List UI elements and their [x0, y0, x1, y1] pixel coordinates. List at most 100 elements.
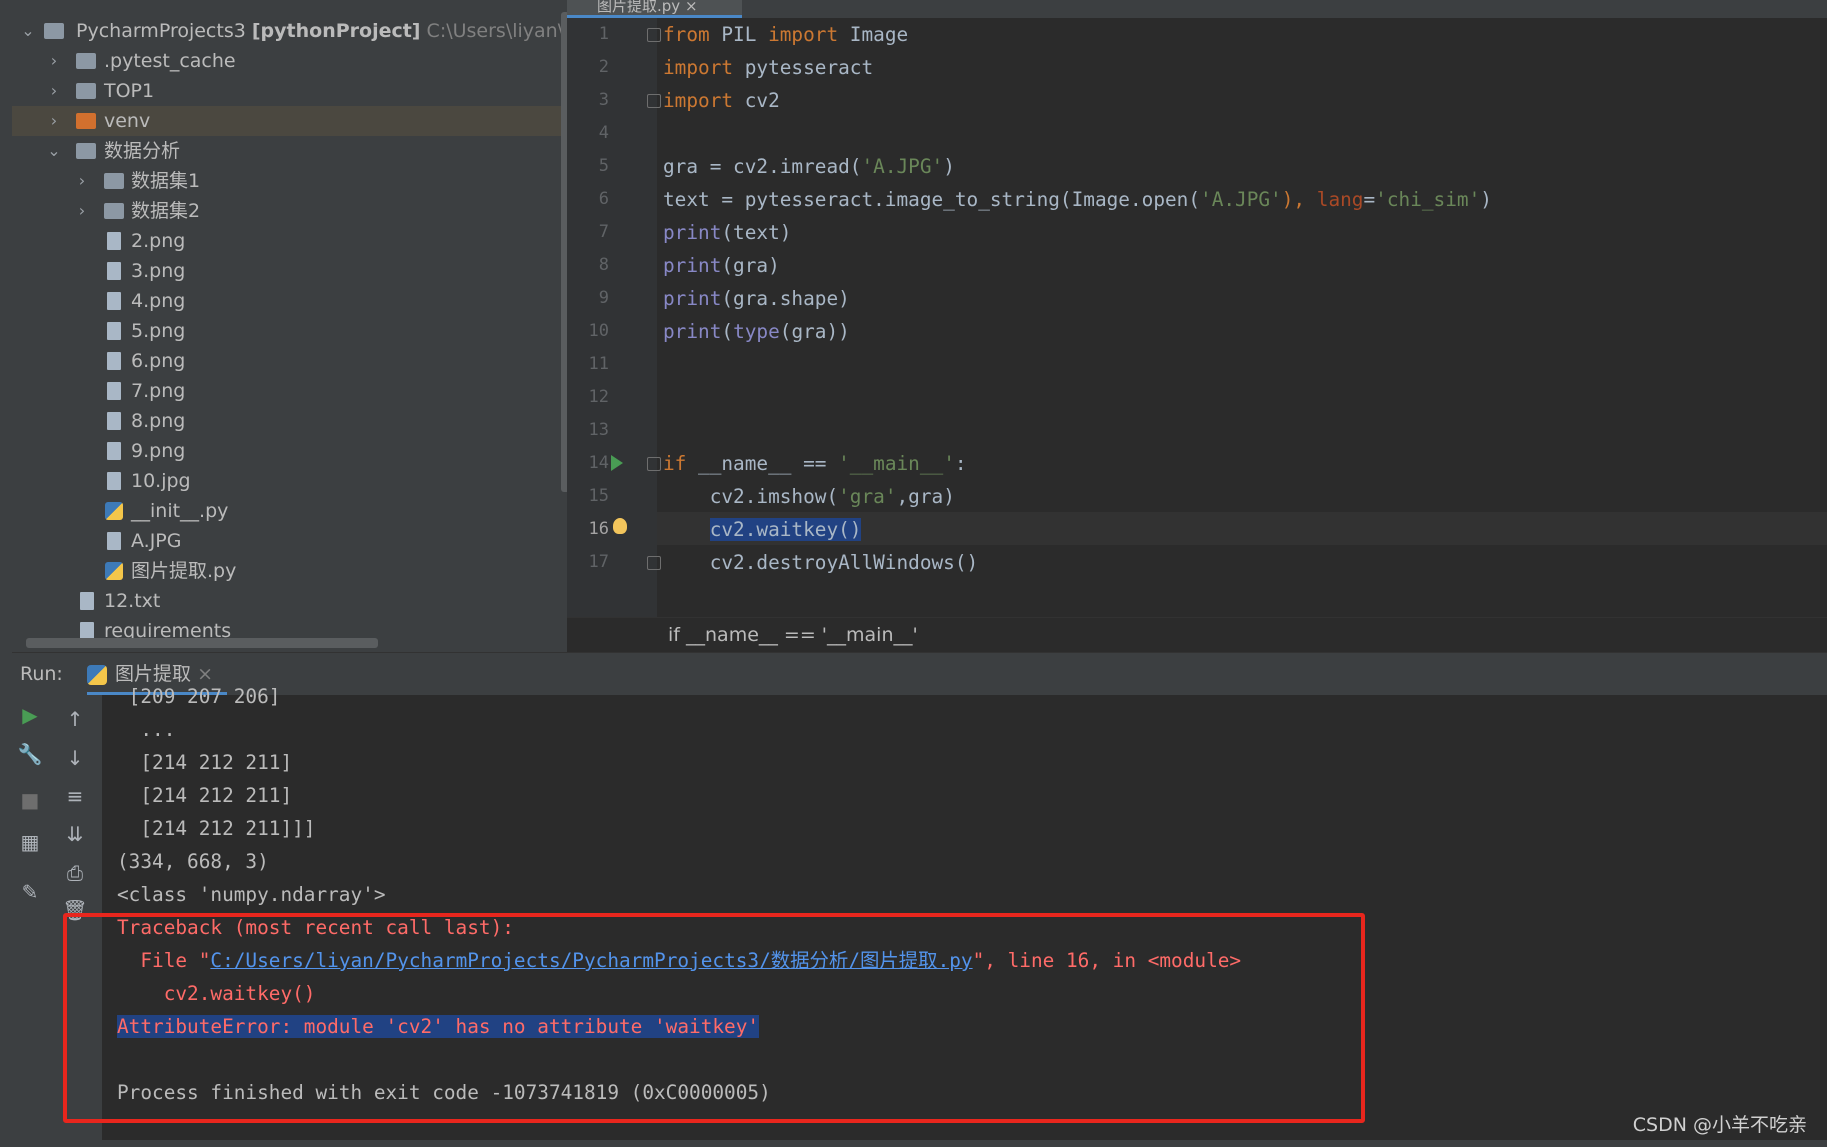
stop-icon[interactable]: ■ — [15, 785, 45, 815]
line-number: 13 — [588, 420, 609, 440]
chevron-down-icon[interactable]: ⌄ — [44, 136, 64, 166]
print-icon[interactable]: ⎙ — [60, 858, 90, 888]
line-number: 17 — [588, 552, 609, 572]
pin-icon[interactable]: ✎ — [15, 877, 45, 907]
image-file-icon — [107, 532, 121, 550]
tree-item-label: 数据集1 — [131, 170, 201, 192]
tree-item-label: 图片提取.py — [131, 560, 237, 582]
chevron-right-icon[interactable]: › — [44, 76, 64, 106]
tree-item-label: 9.png — [131, 440, 186, 462]
fold-icon[interactable] — [647, 556, 661, 570]
tree-item-pytest-cache[interactable]: › .pytest_cache — [12, 46, 567, 76]
folder-icon — [76, 143, 96, 159]
project-module: [pythonProject] — [251, 20, 421, 42]
layout-icon[interactable]: ▦ — [15, 827, 45, 857]
chevron-right-icon[interactable]: › — [72, 166, 92, 196]
image-file-icon — [107, 382, 121, 400]
soft-wrap-icon[interactable]: ≡ — [60, 781, 90, 811]
tree-item-file[interactable]: 9.png — [12, 436, 567, 466]
tree-item-file[interactable]: 图片提取.py — [12, 556, 567, 586]
line-number: 3 — [598, 90, 609, 110]
tree-item-file[interactable]: 12.txt — [12, 586, 567, 616]
folder-icon — [104, 173, 124, 189]
tree-item-file[interactable]: 4.png — [12, 286, 567, 316]
arrow-down-icon[interactable]: ↓ — [60, 743, 90, 773]
tree-item-file[interactable]: 10.jpg — [12, 466, 567, 496]
tab-active-file[interactable]: 图片提取.py × — [567, 0, 742, 18]
fold-icon[interactable] — [647, 94, 661, 108]
code-line-6: text = pytesseract.image_to_string(Image… — [663, 188, 1492, 211]
tree-item-venv[interactable]: › venv — [12, 106, 567, 136]
tree-item-top1[interactable]: › TOP1 — [12, 76, 567, 106]
folder-icon — [44, 23, 64, 39]
code-line-17: cv2.destroyAllWindows() — [663, 551, 979, 574]
status-bar — [0, 1140, 1827, 1147]
image-file-icon — [107, 232, 121, 250]
project-tree: ⌄ PycharmProjects3 [pythonProject] C:\Us… — [12, 0, 567, 652]
line-number: 9 — [598, 288, 609, 308]
line-number: 14 — [588, 453, 609, 473]
arrow-up-icon[interactable]: ↑ — [60, 704, 90, 734]
image-file-icon — [107, 262, 121, 280]
folder-icon — [104, 203, 124, 219]
tree-item-label: 3.png — [131, 260, 186, 282]
lightbulb-icon[interactable] — [613, 518, 627, 534]
wrench-icon[interactable]: 🔧 — [15, 739, 45, 769]
line-number: 10 — [588, 321, 609, 341]
tree-item-file[interactable]: 2.png — [12, 226, 567, 256]
horizontal-scrollbar[interactable] — [26, 638, 378, 648]
tree-item-label: 数据集2 — [131, 200, 201, 222]
rerun-icon[interactable]: ▶ — [15, 700, 45, 730]
line-number: 11 — [588, 354, 609, 374]
breadcrumb-item[interactable]: if __name__ == '__main__' — [668, 618, 918, 653]
line-number: 1 — [598, 24, 609, 44]
tree-item-label: .pytest_cache — [104, 50, 236, 72]
tree-item-file[interactable]: 3.png — [12, 256, 567, 286]
line-number: 2 — [598, 57, 609, 77]
code-editor[interactable]: 图片提取.py × 1 2 3 4 5 6 7 8 9 10 11 12 13 … — [567, 0, 1827, 653]
tree-item-data-analysis[interactable]: ⌄ 数据分析 — [12, 136, 567, 166]
tree-item-dataset1[interactable]: › 数据集1 — [12, 166, 567, 196]
chevron-right-icon[interactable]: › — [72, 196, 92, 226]
console-line: ... — [117, 718, 176, 741]
line-number: 12 — [588, 387, 609, 407]
error-highlight-box — [63, 913, 1365, 1123]
tree-item-file[interactable]: A.JPG — [12, 526, 567, 556]
code-line-3: import cv2 — [663, 89, 780, 112]
code-line-7: print(text) — [663, 221, 792, 244]
code-line-1: from PIL import Image — [663, 23, 909, 46]
chevron-down-icon[interactable]: ⌄ — [18, 16, 38, 46]
tree-item-dataset2[interactable]: › 数据集2 — [12, 196, 567, 226]
line-number-gutter: 1 2 3 4 5 6 7 8 9 10 11 12 13 14 15 16 1… — [567, 18, 661, 618]
code-line-16: cv2.waitkey() — [663, 513, 862, 546]
image-file-icon — [107, 412, 121, 430]
python-file-icon — [105, 562, 123, 580]
console-line: (334, 668, 3) — [117, 850, 269, 873]
image-file-icon — [107, 472, 121, 490]
chevron-right-icon[interactable]: › — [44, 46, 64, 76]
tree-item-label: 2.png — [131, 230, 186, 252]
run-gutter-icon[interactable] — [611, 455, 623, 471]
tree-item-root[interactable]: ⌄ PycharmProjects3 [pythonProject] C:\Us… — [12, 16, 567, 46]
code-line-9: print(gra.shape) — [663, 287, 850, 310]
scroll-to-end-icon[interactable]: ⇊ — [60, 819, 90, 849]
tree-item-file[interactable]: 5.png — [12, 316, 567, 346]
image-file-icon — [107, 322, 121, 340]
tree-item-label: 10.jpg — [131, 470, 191, 492]
tree-item-file[interactable]: 7.png — [12, 376, 567, 406]
python-file-icon — [105, 502, 123, 520]
tree-item-label: venv — [104, 110, 151, 132]
tree-item-file[interactable]: 8.png — [12, 406, 567, 436]
tree-item-file[interactable]: 6.png — [12, 346, 567, 376]
breadcrumb[interactable]: if __name__ == '__main__' — [567, 617, 1827, 653]
tree-item-label: 12.txt — [104, 590, 161, 612]
fold-icon[interactable] — [647, 28, 661, 42]
tab-label: 图片提取.py — [597, 0, 681, 15]
fold-icon[interactable] — [647, 457, 661, 471]
code-line-2: import pytesseract — [663, 56, 874, 79]
code-line-14: if __name__ == '__main__': — [663, 452, 967, 475]
close-icon[interactable]: × — [685, 0, 698, 15]
tree-item-file[interactable]: __init__.py — [12, 496, 567, 526]
tree-item-label: __init__.py — [131, 500, 229, 522]
chevron-right-icon[interactable]: › — [44, 106, 64, 136]
